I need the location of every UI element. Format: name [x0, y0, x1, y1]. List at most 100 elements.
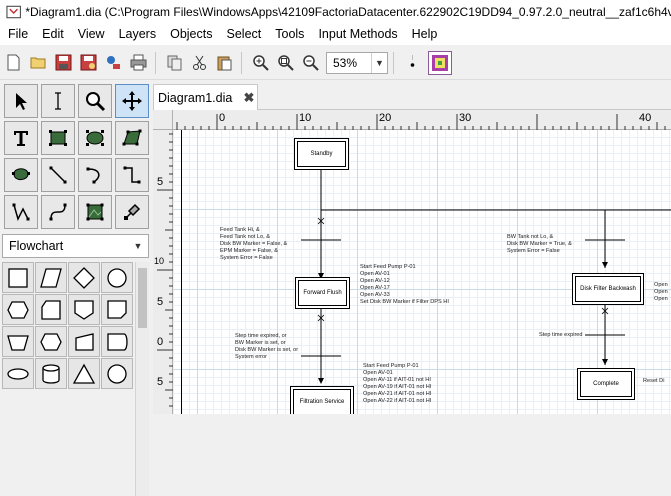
menu-select[interactable]: Select: [219, 24, 268, 45]
ruler-label: 0: [157, 336, 164, 348]
merge-shape[interactable]: [101, 358, 133, 389]
line-icon: [49, 166, 67, 184]
terminal-shape[interactable]: [2, 294, 34, 325]
pointer-tool[interactable]: [4, 84, 38, 118]
export-icon: [107, 56, 120, 69]
print-button[interactable]: [127, 51, 150, 74]
window-title: *Diagram1.dia (C:\Program Files\WindowsA…: [25, 5, 671, 19]
polygon-tool[interactable]: [115, 121, 149, 155]
new-button[interactable]: [2, 51, 25, 74]
extract-shape[interactable]: [68, 358, 100, 389]
menu-help[interactable]: Help: [404, 24, 444, 45]
zigzag-tool[interactable]: [115, 158, 149, 192]
beziergon-tool[interactable]: [4, 158, 38, 192]
menu-view[interactable]: View: [70, 24, 111, 45]
diagram-canvas[interactable]: Standby Forward Flush Filtration Service…: [173, 130, 671, 414]
sheet-selector[interactable]: Flowchart ▼: [2, 234, 149, 258]
open-button[interactable]: [27, 51, 50, 74]
text-edit-tool[interactable]: [41, 84, 75, 118]
menu-edit[interactable]: Edit: [34, 24, 70, 45]
node-forward-flush[interactable]: Forward Flush: [298, 280, 347, 306]
magnetic-disk-shape[interactable]: [35, 358, 67, 389]
polyline-tool[interactable]: [4, 195, 38, 229]
shape-palette-scrollbar[interactable]: [135, 262, 149, 496]
polyline-icon: [12, 203, 30, 222]
note-bw-tank-conditions: BW Tank not Lo, & Disk BW Marker = True,…: [507, 234, 572, 254]
print-icon: [130, 54, 147, 71]
menu-tools[interactable]: Tools: [267, 24, 310, 45]
canvas-area: 0 10 20 30 40 5 10 5 0 5 Standby Forward…: [153, 110, 671, 414]
note-step-time-right: Step time expired: [539, 332, 583, 338]
zoom-in-icon: [253, 55, 269, 71]
menu-file[interactable]: File: [0, 24, 34, 45]
snap-icon: [432, 54, 448, 71]
bezier-icon: [49, 203, 67, 221]
zoom-fit-button[interactable]: [274, 51, 297, 74]
card-shape[interactable]: [35, 326, 67, 357]
menu-bar: File Edit View Layers Objects Select Too…: [0, 24, 671, 45]
manual-input-shape[interactable]: [35, 294, 67, 325]
export-button[interactable]: [102, 51, 125, 74]
color-swatch-button[interactable]: [428, 50, 452, 75]
data-shape[interactable]: [35, 262, 67, 293]
bezier-tool[interactable]: [41, 195, 75, 229]
horizontal-ruler: 0 10 20 30 40: [173, 110, 671, 130]
display-shape-icon: [107, 332, 128, 351]
outline-tool[interactable]: [115, 195, 149, 229]
text-icon: [14, 131, 28, 146]
offpage-shape[interactable]: [68, 294, 100, 325]
arc-icon: [86, 167, 100, 184]
line-tool[interactable]: [41, 158, 75, 192]
save-as-button[interactable]: [77, 51, 100, 74]
zoom-out-button[interactable]: [299, 51, 322, 74]
line-width-button[interactable]: [401, 51, 424, 74]
menu-layers[interactable]: Layers: [111, 24, 163, 45]
magnify-tool[interactable]: [78, 84, 112, 118]
text-cursor-icon: [55, 92, 61, 110]
connector-shape[interactable]: [101, 262, 133, 293]
image-tool[interactable]: [78, 195, 112, 229]
scroll-tool[interactable]: [115, 84, 149, 118]
cut-button[interactable]: [188, 51, 211, 74]
preparation-shape[interactable]: [2, 326, 34, 357]
node-filtration-service[interactable]: Filtration Service: [293, 389, 351, 414]
menu-objects[interactable]: Objects: [162, 24, 218, 45]
ruler-label: 40: [639, 112, 652, 124]
arc-tool[interactable]: [78, 158, 112, 192]
box-tool[interactable]: [41, 121, 75, 155]
polygon-icon: [122, 129, 142, 146]
open-icon: [30, 57, 46, 69]
zigzag-icon: [123, 166, 141, 184]
data-shape-icon: [40, 267, 62, 288]
paste-icon: [217, 56, 232, 71]
zoom-combo[interactable]: 53% ▼: [326, 51, 388, 74]
ruler-label: 30: [459, 112, 472, 124]
note-filtration-actions: Start Feed Pump P-01 Open AV-01 Open AV-…: [363, 363, 432, 404]
terminal-shape-icon: [7, 300, 29, 319]
process-shape-icon: [8, 267, 28, 288]
save-button[interactable]: [52, 51, 75, 74]
tab-diagram1[interactable]: Diagram1.dia ✖: [153, 84, 258, 110]
document-shape[interactable]: [101, 294, 133, 325]
zoom-value: 53%: [333, 55, 358, 70]
close-icon[interactable]: ✖: [241, 90, 257, 106]
node-standby[interactable]: Standby: [297, 141, 346, 167]
display-shape[interactable]: [101, 326, 133, 357]
copy-button[interactable]: [163, 51, 186, 74]
paste-button[interactable]: [213, 51, 236, 74]
shape-palette: [2, 262, 133, 496]
dia-app-icon: [6, 5, 21, 19]
menu-input-methods[interactable]: Input Methods: [310, 24, 403, 45]
chevron-down-icon[interactable]: ▼: [128, 241, 148, 251]
manual-op-shape[interactable]: [68, 326, 100, 357]
decision-shape[interactable]: [68, 262, 100, 293]
punched-tape-shape[interactable]: [2, 358, 34, 389]
node-complete[interactable]: Complete: [580, 371, 632, 397]
chevron-down-icon[interactable]: ▼: [371, 52, 387, 73]
process-shape[interactable]: [2, 262, 34, 293]
zoom-in-button[interactable]: [249, 51, 272, 74]
node-disk-filter-backwash[interactable]: Disk Filter Backwash: [575, 276, 641, 302]
text-tool[interactable]: [4, 121, 38, 155]
scrollbar-thumb[interactable]: [138, 268, 147, 328]
ellipse-tool[interactable]: [78, 121, 112, 155]
